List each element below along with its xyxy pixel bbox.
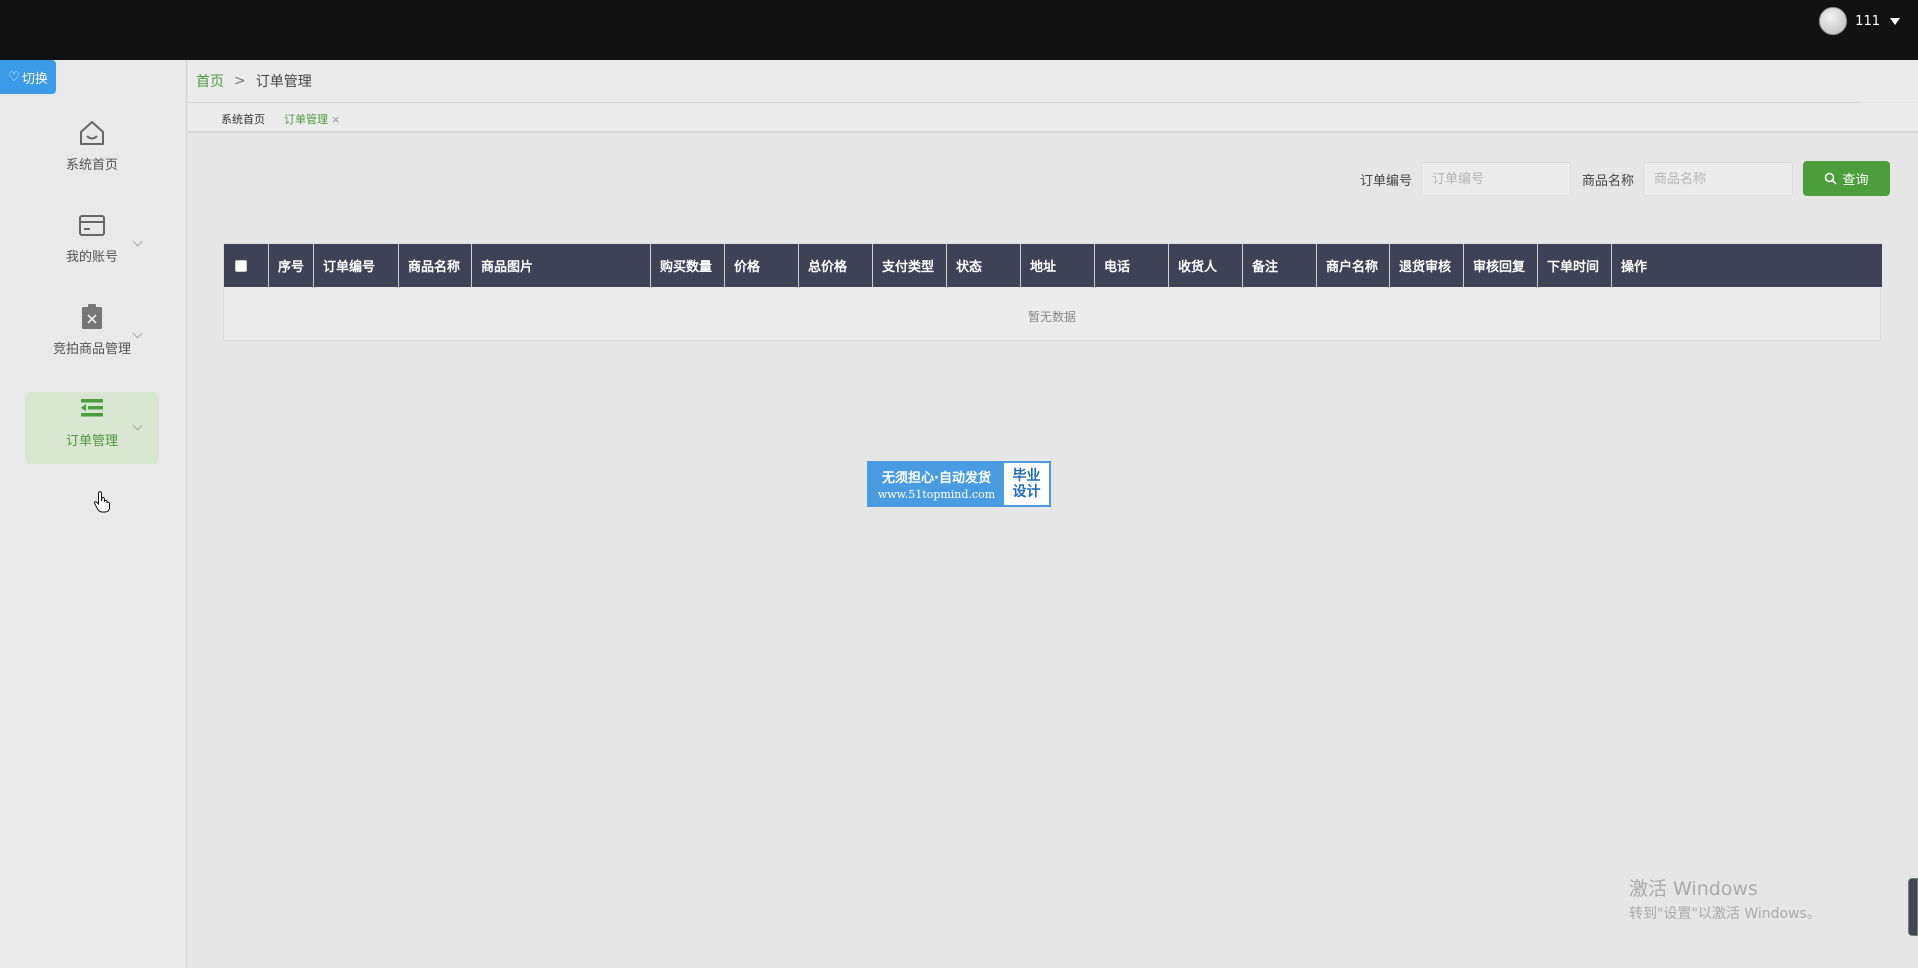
sidebar: ♡ 切换 系统首页 我的账号 竞拍商品管理 订单管理 [0,60,187,968]
search-icon [1825,172,1838,185]
column-header: 收货人 [1169,244,1243,287]
column-header: 订单编号 [314,244,399,287]
order-no-input[interactable] [1421,162,1571,196]
sidebar-item-auction-goods[interactable]: 竞拍商品管理 [25,300,159,372]
badge-right: 毕业 设计 [1004,463,1049,505]
edge-widget[interactable] [1908,878,1918,936]
column-header: 商户名称 [1317,244,1390,287]
column-header: 电话 [1095,244,1169,287]
breadcrumb: 首页 > 订单管理 [188,60,1918,102]
table-header: 序号 订单编号 商品名称 商品图片 购买数量 价格 总价格 支付类型 状态 地址… [224,244,1882,287]
column-header: 购买数量 [651,244,725,287]
column-header: 退货审核 [1390,244,1464,287]
activation-subtitle: 转到"设置"以激活 Windows。 [1629,906,1821,922]
sidebar-item-home[interactable]: 系统首页 [25,116,159,188]
column-header: 下单时间 [1538,244,1612,287]
sidebar-item-account[interactable]: 我的账号 [25,208,159,280]
username[interactable]: 111 [1855,14,1880,29]
query-button[interactable]: 查询 [1803,161,1890,196]
badge-left: 无须担心·自动发货 www.51topmind.com [869,463,1004,505]
select-all-cell[interactable] [224,244,269,287]
tab-home[interactable]: 系统首页 [221,111,265,127]
column-header: 地址 [1021,244,1095,287]
chevron-down-icon [132,420,143,431]
sidebar-item-label: 系统首页 [65,158,118,173]
clipboard-x-icon [82,304,102,329]
badge-right-line2: 设计 [1012,484,1041,500]
column-header: 价格 [725,244,799,287]
heart-icon: ♡ [8,69,20,85]
caret-down-icon[interactable] [1890,17,1900,25]
switch-label: 切换 [21,71,48,87]
column-header: 商品图片 [472,244,651,287]
page-tabs: 系统首页 订单管理 × [188,103,1918,133]
home-icon [80,121,104,145]
badge-right-line1: 毕业 [1012,468,1041,484]
top-bar: 111 [0,0,1918,60]
hand-cursor-icon [93,491,110,513]
activation-title: 激活 Windows [1629,878,1758,900]
column-header: 支付类型 [873,244,947,287]
list-indent-icon [81,399,103,417]
chevron-down-icon [132,236,143,247]
order-no-label: 订单编号 [1360,174,1413,189]
avatar[interactable] [1819,7,1848,35]
select-all-checkbox[interactable] [235,259,247,272]
sidebar-item-label: 我的账号 [65,250,118,265]
watermark-badge: 无须担心·自动发货 www.51topmind.com 毕业 设计 [867,461,1051,507]
breadcrumb-home[interactable]: 首页 [196,71,224,91]
column-header: 商品名称 [399,244,472,287]
badge-slogan: 无须担心·自动发货 [882,471,991,486]
sidebar-item-orders[interactable]: 订单管理 [25,392,159,464]
user-menu[interactable]: 111 [1819,7,1900,35]
switch-button[interactable]: ♡ 切换 [0,60,56,94]
query-label: 查询 [1842,173,1869,188]
windows-activation-notice: 激活 Windows 转到"设置"以激活 Windows。 [1629,874,1821,923]
badge-url: www.51topmind.com [877,488,996,501]
breadcrumb-separator: > [234,73,246,89]
column-header: 操作 [1621,260,1648,275]
empty-state: 暂无数据 [1027,310,1076,324]
orders-table: 序号 订单编号 商品名称 商品图片 购买数量 价格 总价格 支付类型 状态 地址… [223,243,1882,341]
column-header: 总价格 [799,244,873,287]
tab-label: 订单管理 [284,113,328,126]
sidebar-item-label: 竞拍商品管理 [52,342,131,357]
product-name-input[interactable] [1643,162,1793,196]
column-header: 状态 [947,244,1021,287]
product-name-label: 商品名称 [1582,174,1635,189]
column-header: 审核回复 [1464,244,1538,287]
close-icon[interactable]: × [331,113,340,126]
column-header: 备注 [1243,244,1317,287]
sidebar-item-label: 订单管理 [65,434,118,449]
chevron-down-icon [132,328,143,339]
card-icon [79,215,105,236]
column-header: 序号 [269,244,314,287]
tab-orders[interactable]: 订单管理 × [284,111,340,127]
breadcrumb-current: 订单管理 [255,74,312,90]
